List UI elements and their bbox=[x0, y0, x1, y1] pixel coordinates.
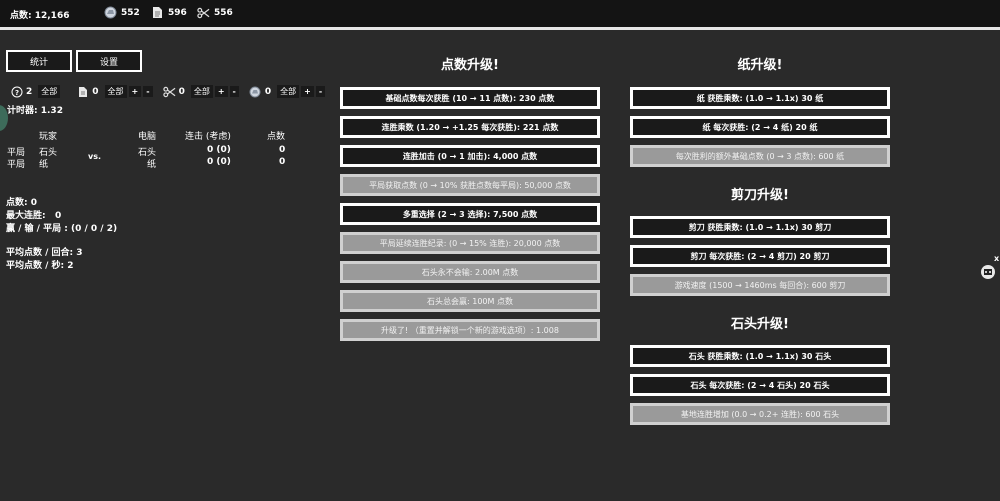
plus-button[interactable]: + bbox=[128, 86, 142, 97]
all-button[interactable]: 全部 bbox=[38, 85, 61, 98]
paper-icon bbox=[76, 85, 89, 98]
scissors-count: 556 bbox=[214, 7, 233, 18]
scissors-resource: 556 bbox=[197, 6, 233, 19]
upgrade-paper-multiplier[interactable]: 纸 获胜乘数: (1.0 → 1.1x) 30 纸 bbox=[630, 87, 890, 109]
paper-icon bbox=[151, 6, 164, 19]
paper-resource: 596 bbox=[151, 6, 187, 19]
upgrade-base-points[interactable]: 基础点数每次获胜 (10 → 11 点数): 230 点数 bbox=[340, 87, 600, 109]
choice-count: 0 bbox=[92, 86, 99, 97]
choice-paper: 0 全部 + - bbox=[76, 85, 154, 98]
mascot-icon[interactable] bbox=[980, 264, 996, 280]
header-points: 点数 bbox=[267, 132, 286, 142]
avg-points-second: 平均点数 / 秒: 2 bbox=[6, 261, 74, 271]
upgrade-streak-bonus[interactable]: 连胜加击 (0 → 1 加击): 4,000 点数 bbox=[340, 145, 600, 167]
upgrade-base-streak[interactable]: 基地连胜增加 (0.0 → 0.2+ 连胜): 600 石头 bbox=[630, 403, 890, 425]
row-points: 0 bbox=[279, 145, 286, 155]
points-upgrades-title: 点数升级! bbox=[441, 58, 499, 73]
total-points: 点数: 12,166 bbox=[10, 11, 70, 21]
row-result: 平局 bbox=[7, 160, 26, 170]
win-loss-draw: 赢 / 输 / 平局 : (0 / 0 / 2) bbox=[6, 224, 118, 234]
upgrade-scissors-multiplier[interactable]: 剪刀 获胜乘数: (1.0 → 1.1x) 30 剪刀 bbox=[630, 216, 890, 238]
top-bar: 点数: 12,166 552 596 556 bbox=[0, 0, 1000, 27]
upgrade-multi-choice[interactable]: 多重选择 (2 → 3 选择): 7,500 点数 bbox=[340, 203, 600, 225]
upgrade-paper-per-win[interactable]: 纸 每次获胜: (2 → 4 纸) 20 纸 bbox=[630, 116, 890, 138]
row-points: 0 bbox=[279, 157, 286, 167]
rock-count: 552 bbox=[121, 7, 140, 18]
all-button[interactable]: 全部 bbox=[190, 85, 213, 98]
row-streak: 0 (0) bbox=[207, 157, 231, 167]
timer-label: 计时器: bbox=[7, 106, 38, 116]
close-icon[interactable]: x bbox=[994, 254, 999, 263]
help-circle-icon: ? bbox=[10, 85, 23, 98]
upgrade-prestige[interactable]: 升级了! （重置并解锁一个新的游戏选项）: 1.008 bbox=[340, 319, 600, 341]
settings-button[interactable]: 设置 bbox=[76, 50, 142, 72]
rock-resource: 552 bbox=[104, 6, 140, 19]
rock-icon bbox=[104, 6, 117, 19]
upgrade-rock-multiplier[interactable]: 石头 获胜乘数: (1.0 → 1.1x) 30 石头 bbox=[630, 345, 890, 367]
svg-text:?: ? bbox=[14, 89, 18, 97]
row-player: 纸 bbox=[39, 160, 49, 170]
choice-count: 0 bbox=[264, 86, 272, 97]
upgrade-rock-never-lose[interactable]: 石头永不会输: 2.00M 点数 bbox=[340, 261, 600, 283]
paper-count: 596 bbox=[168, 7, 187, 18]
choice-selector: ? 2 全部 0 全部 + - 0 全部 + - 0 全部 + - bbox=[10, 85, 335, 98]
minus-button[interactable]: - bbox=[229, 86, 239, 97]
avg-points-round: 平均点数 / 回合: 3 bbox=[6, 248, 83, 258]
choice-count: 0 bbox=[178, 86, 185, 97]
plus-button[interactable]: + bbox=[301, 86, 314, 97]
upgrade-streak-multiplier[interactable]: 连胜乘数 (1.20 → +1.25 每次获胜): 221 点数 bbox=[340, 116, 600, 138]
rock-upgrades-title: 石头升级! bbox=[731, 317, 789, 332]
paper-upgrades-title: 纸升级! bbox=[737, 58, 783, 73]
upgrade-game-speed[interactable]: 游戏速度 (1500 → 1460ms 每回合): 600 剪刀 bbox=[630, 274, 890, 296]
upgrade-draw-streak[interactable]: 平局延续连胜纪录: (0 → 15% 连胜): 20,000 点数 bbox=[340, 232, 600, 254]
minus-button[interactable]: - bbox=[143, 86, 153, 97]
header-streak: 连击 (考虑) bbox=[185, 132, 231, 142]
choice-rock: 0 全部 + - bbox=[249, 85, 327, 98]
scissors-upgrades-title: 剪刀升级! bbox=[731, 188, 789, 203]
all-button[interactable]: 全部 bbox=[104, 85, 127, 98]
scissors-icon bbox=[197, 6, 210, 19]
plus-button[interactable]: + bbox=[214, 86, 228, 97]
header-computer: 电脑 bbox=[138, 132, 157, 142]
upgrade-draw-points[interactable]: 平局获取点数 (0 → 10% 获胜点数每平局): 50,000 点数 bbox=[340, 174, 600, 196]
max-streak: 最大连胜: 0 bbox=[6, 211, 62, 221]
session-points: 点数: 0 bbox=[6, 198, 37, 208]
row-computer: 纸 bbox=[147, 160, 157, 170]
top-divider bbox=[0, 27, 1000, 30]
upgrade-rock-per-win[interactable]: 石头 每次获胜: (2 → 4 石头) 20 石头 bbox=[630, 374, 890, 396]
choice-scissors: 0 全部 + - bbox=[162, 85, 241, 98]
vs-label: vs. bbox=[88, 152, 102, 161]
header-player: 玩家 bbox=[39, 132, 58, 142]
row-streak: 0 (0) bbox=[207, 145, 231, 155]
scissors-icon bbox=[162, 85, 176, 98]
timer: 计时器: 1.32 bbox=[7, 103, 63, 116]
stats-button[interactable]: 统计 bbox=[6, 50, 72, 72]
upgrade-extra-base-points[interactable]: 每次胜利的额外基础点数 (0 → 3 点数): 600 纸 bbox=[630, 145, 890, 167]
minus-button[interactable]: - bbox=[315, 86, 326, 97]
timer-value: 1.32 bbox=[40, 106, 63, 116]
rock-icon bbox=[249, 85, 262, 98]
choice-count: 2 bbox=[26, 86, 33, 97]
all-button[interactable]: 全部 bbox=[277, 85, 300, 98]
upgrade-rock-always-win[interactable]: 石头总会赢: 100M 点数 bbox=[340, 290, 600, 312]
choice-random: ? 2 全部 bbox=[10, 85, 62, 98]
upgrade-scissors-per-win[interactable]: 剪刀 每次获胜: (2 → 4 剪刀) 20 剪刀 bbox=[630, 245, 890, 267]
